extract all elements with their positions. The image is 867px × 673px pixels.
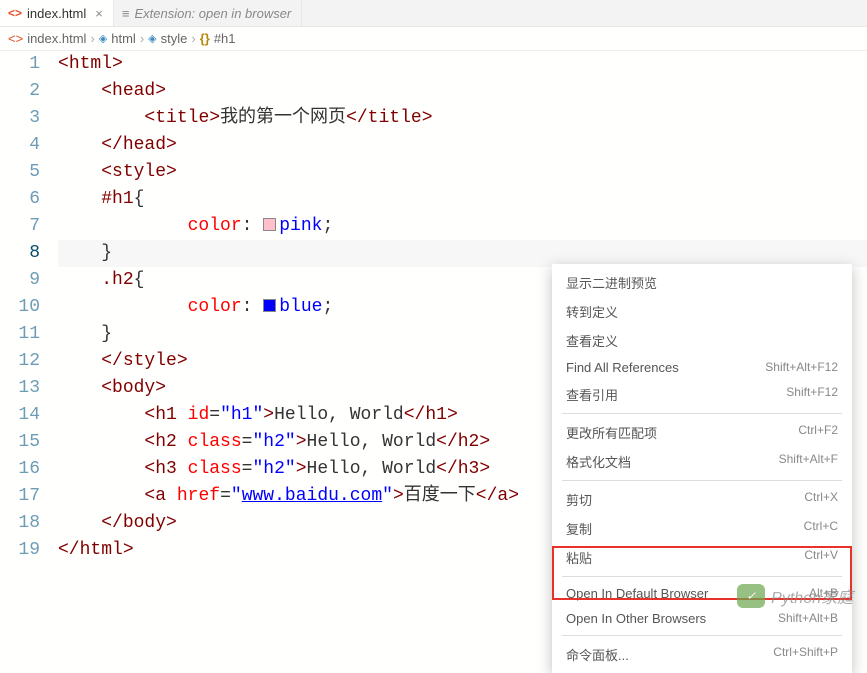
menu-item-shortcut: Ctrl+V <box>804 548 838 567</box>
breadcrumb-separator: › <box>191 31 195 46</box>
line-number: 4 <box>0 132 40 159</box>
menu-separator <box>562 480 842 481</box>
menu-item[interactable]: 复制 Ctrl+C <box>552 514 852 543</box>
menu-item[interactable]: 粘贴 Ctrl+V <box>552 543 852 572</box>
element-icon: ◈ <box>99 32 107 45</box>
menu-item-shortcut: Shift+Alt+F12 <box>765 360 838 375</box>
menu-item-label: 格式化文档 <box>566 452 631 471</box>
tab-index-html[interactable]: <> index.html × <box>0 0 114 26</box>
line-number: 2 <box>0 78 40 105</box>
breadcrumb-item[interactable]: #h1 <box>214 31 236 46</box>
menu-item-label: 更改所有匹配项 <box>566 423 657 442</box>
context-menu: 显示二进制预览转到定义查看定义 Find All References Shift+… <box>552 264 852 673</box>
menu-item[interactable]: 转到定义 <box>552 297 852 326</box>
menu-item-label: 显示二进制预览 <box>566 273 657 292</box>
breadcrumb-item[interactable]: html <box>111 31 136 46</box>
html-file-icon: <> <box>8 31 23 46</box>
menu-item[interactable]: 命令面板... Ctrl+Shift+P <box>552 640 852 669</box>
breadcrumb-separator: › <box>140 31 144 46</box>
menu-item[interactable]: 显示二进制预览 <box>552 268 852 297</box>
line-number: 13 <box>0 375 40 402</box>
menu-item-label: 查看定义 <box>566 331 618 350</box>
menu-separator <box>562 413 842 414</box>
menu-item-shortcut: Ctrl+F2 <box>798 423 838 442</box>
menu-item-label: 命令面板... <box>566 645 629 664</box>
breadcrumb-item[interactable]: style <box>161 31 188 46</box>
line-number: 12 <box>0 348 40 375</box>
menu-separator <box>562 635 842 636</box>
menu-item[interactable]: Find All References Shift+Alt+F12 <box>552 355 852 380</box>
line-number: 14 <box>0 402 40 429</box>
menu-item-label: Open In Other Browsers <box>566 611 706 626</box>
menu-item[interactable]: 格式化文档 Shift+Alt+F <box>552 447 852 476</box>
line-number: 3 <box>0 105 40 132</box>
breadcrumb-separator: › <box>90 31 94 46</box>
line-numbers: 12345678910111213141516171819 <box>0 51 58 564</box>
menu-item-label: 粘贴 <box>566 548 592 567</box>
code-line[interactable]: </head> <box>58 132 867 159</box>
selector-icon: {} <box>200 31 210 46</box>
wechat-icon: ✓ <box>737 584 765 608</box>
code-line[interactable]: } <box>58 240 867 267</box>
line-number: 10 <box>0 294 40 321</box>
menu-item-label: 转到定义 <box>566 302 618 321</box>
line-number: 1 <box>0 51 40 78</box>
menu-item-shortcut: Shift+Alt+B <box>778 611 838 626</box>
code-line[interactable]: #h1{ <box>58 186 867 213</box>
menu-item-label: Find All References <box>566 360 679 375</box>
line-number: 6 <box>0 186 40 213</box>
watermark: ✓ Python家庭 <box>737 584 853 608</box>
line-number: 16 <box>0 456 40 483</box>
menu-item-label: 复制 <box>566 519 592 538</box>
line-number: 15 <box>0 429 40 456</box>
menu-item[interactable]: 剪切 Ctrl+X <box>552 485 852 514</box>
menu-item-label: 查看引用 <box>566 385 618 404</box>
tab-extension-open-in-browser[interactable]: ≡ Extension: open in browser <box>114 0 302 26</box>
code-line[interactable]: <head> <box>58 78 867 105</box>
line-number: 17 <box>0 483 40 510</box>
html-file-icon: <> <box>8 6 22 20</box>
menu-item[interactable]: 查看定义 <box>552 326 852 355</box>
code-line[interactable]: color: pink; <box>58 213 867 240</box>
code-line[interactable]: <style> <box>58 159 867 186</box>
line-number: 7 <box>0 213 40 240</box>
line-number: 5 <box>0 159 40 186</box>
menu-item-label: 剪切 <box>566 490 592 509</box>
menu-separator <box>562 576 842 577</box>
tab-label: index.html <box>27 6 86 21</box>
menu-item[interactable]: Open In Other Browsers Shift+Alt+B <box>552 606 852 631</box>
menu-item-shortcut: Shift+F12 <box>786 385 838 404</box>
tab-label: Extension: open in browser <box>134 6 291 21</box>
line-number: 9 <box>0 267 40 294</box>
breadcrumb: <>index.html›◈html›◈style›{}#h1 <box>0 27 867 51</box>
menu-item-shortcut: Ctrl+X <box>804 490 838 509</box>
editor-tabs: <> index.html × ≡ Extension: open in browser <box>0 0 867 27</box>
menu-item-label: Open In Default Browser <box>566 586 708 601</box>
line-number: 11 <box>0 321 40 348</box>
watermark-text: Python家庭 <box>771 584 853 608</box>
line-number: 18 <box>0 510 40 537</box>
code-line[interactable]: <html> <box>58 51 867 78</box>
code-line[interactable]: <title>我的第一个网页</title> <box>58 105 867 132</box>
line-number: 8 <box>0 240 40 267</box>
menu-item[interactable]: 更改所有匹配项 Ctrl+F2 <box>552 418 852 447</box>
element-icon: ◈ <box>148 32 156 45</box>
menu-item[interactable]: 查看引用 Shift+F12 <box>552 380 852 409</box>
extension-icon: ≡ <box>122 6 130 21</box>
line-number: 19 <box>0 537 40 564</box>
menu-item-shortcut: Shift+Alt+F <box>779 452 838 471</box>
menu-item-shortcut: Ctrl+C <box>804 519 838 538</box>
menu-item-shortcut: Ctrl+Shift+P <box>773 645 838 664</box>
breadcrumb-item[interactable]: index.html <box>27 31 86 46</box>
close-icon[interactable]: × <box>95 6 103 21</box>
